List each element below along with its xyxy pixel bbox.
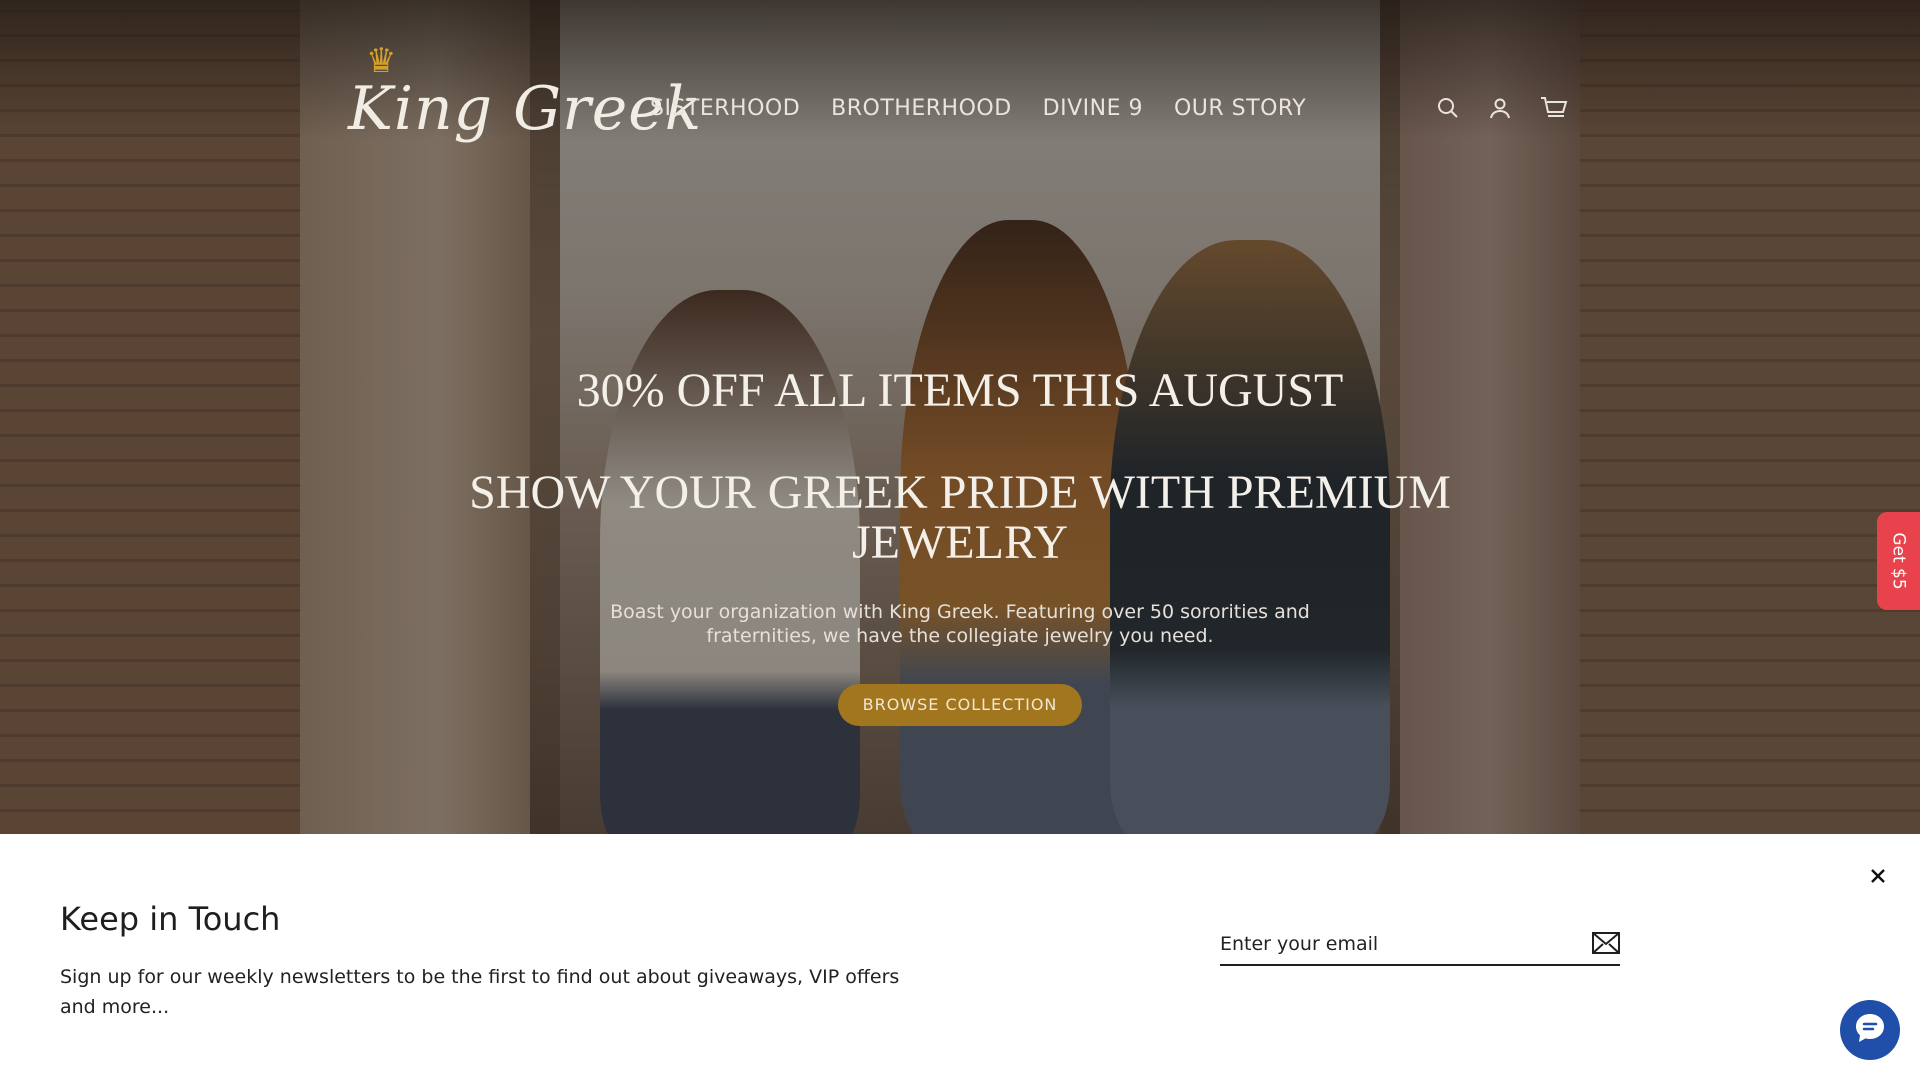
- newsletter-title: Keep in Touch: [60, 900, 281, 938]
- main-nav: SISTERHOOD BROTHERHOOD DIVINE 9 OUR STOR…: [650, 96, 1306, 121]
- hero-banner: ♛ King Greek SISTERHOOD BROTHERHOOD DIVI…: [0, 0, 1920, 834]
- get-5-dollars-label: Get $5: [1888, 532, 1909, 590]
- promo-heading: 30% OFF ALL ITEMS THIS AUGUST: [576, 364, 1344, 417]
- account-icon[interactable]: [1488, 96, 1512, 120]
- search-icon[interactable]: [1436, 96, 1460, 120]
- nav-item-our-story[interactable]: OUR STORY: [1174, 96, 1306, 121]
- hero-headline: SHOW YOUR GREEK PRIDE WITH PREMIUM JEWEL…: [469, 466, 1451, 569]
- get-5-dollars-tab[interactable]: Get $5: [1877, 512, 1920, 610]
- email-field[interactable]: [1220, 924, 1570, 964]
- hero-content: 30% OFF ALL ITEMS THIS AUGUST SHOW YOUR …: [460, 366, 1460, 726]
- cart-icon[interactable]: [1540, 96, 1568, 120]
- header-icons: [1436, 96, 1568, 120]
- newsletter-form: [1220, 924, 1620, 966]
- chat-button[interactable]: [1840, 1000, 1900, 1060]
- browse-collection-button[interactable]: BROWSE COLLECTION: [837, 684, 1083, 726]
- nav-item-sisterhood[interactable]: SISTERHOOD: [650, 96, 800, 121]
- hero-subtext: Boast your organization with King Greek.…: [610, 601, 1310, 647]
- newsletter-description: Sign up for our weekly newsletters to be…: [60, 966, 900, 1018]
- nav-item-brotherhood[interactable]: BROTHERHOOD: [831, 96, 1011, 121]
- nav-item-divine-9[interactable]: DIVINE 9: [1043, 96, 1143, 121]
- close-icon[interactable]: [1868, 866, 1888, 886]
- envelope-icon[interactable]: [1592, 932, 1620, 956]
- brand-logo[interactable]: ♛ King Greek: [348, 41, 701, 184]
- crown-icon: ♛: [366, 41, 397, 81]
- chat-bubble-icon: [1852, 1010, 1888, 1050]
- brand-logo-text: King Greek: [348, 74, 703, 144]
- newsletter-bar: Keep in Touch Sign up for our weekly new…: [0, 834, 1920, 1080]
